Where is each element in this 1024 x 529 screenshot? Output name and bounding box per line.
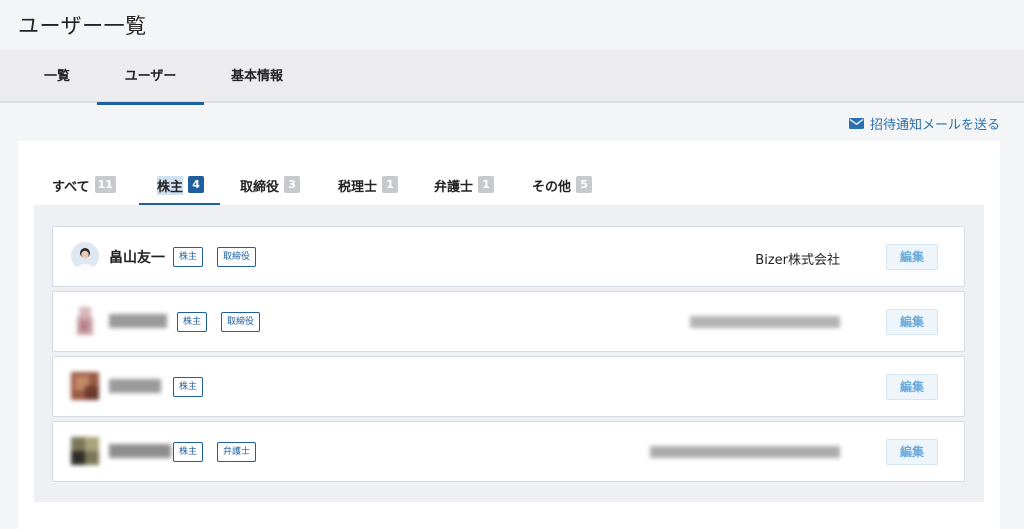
tab-basic-info[interactable]: 基本情報 — [215, 50, 299, 103]
count-badge: 5 — [576, 176, 593, 193]
role-badge: 株主 — [173, 247, 204, 267]
filter-tab-shareholder[interactable]: 株主 4 — [138, 171, 221, 205]
page-header: ユーザー一覧 — [0, 0, 1024, 50]
user-row: 株主 弁護士 編集 — [52, 421, 965, 482]
avatar — [71, 307, 99, 335]
filter-tab-label: その他 — [532, 180, 572, 195]
avatar — [71, 372, 99, 400]
role-badge: 取締役 — [221, 312, 261, 332]
avatar — [71, 437, 99, 465]
send-invite-label: 招待通知メールを送る — [869, 118, 1000, 133]
role-filter-tabs: すべて 11 株主 4 取締役 3 税理士 1 弁護士 1 その他 5 — [18, 171, 1000, 205]
count-badge: 3 — [284, 176, 301, 193]
users-card: すべて 11 株主 4 取締役 3 税理士 1 弁護士 1 その他 5 畠山友一… — [18, 141, 1000, 529]
role-badge: 株主 — [177, 312, 208, 332]
company-name: Bizer株式会社 — [755, 253, 840, 268]
edit-button[interactable]: 編集 — [886, 309, 938, 335]
role-badge: 取締役 — [217, 247, 257, 267]
filter-tab-other[interactable]: その他 5 — [532, 171, 593, 205]
filter-tab-lawyer[interactable]: 弁護士 1 — [434, 171, 495, 205]
count-badge: 4 — [188, 176, 205, 193]
edit-button[interactable]: 編集 — [886, 244, 938, 270]
user-row: 畠山友一 株主 取締役 Bizer株式会社 編集 — [52, 226, 965, 287]
role-badge: 株主 — [173, 442, 204, 462]
user-name-redacted — [109, 314, 167, 328]
count-badge: 1 — [478, 176, 495, 193]
tab-list[interactable]: 一覧 — [32, 50, 82, 103]
filter-tab-label: 弁護士 — [434, 180, 474, 195]
company-name-redacted — [650, 446, 840, 458]
user-row: 株主 編集 — [52, 356, 965, 417]
count-badge: 1 — [382, 176, 399, 193]
company-name-redacted — [690, 316, 840, 328]
user-row: 株主 取締役 編集 — [52, 291, 965, 352]
page-title: ユーザー一覧 — [18, 14, 147, 38]
avatar — [71, 242, 99, 270]
user-name-redacted — [109, 379, 161, 393]
send-invite-link[interactable]: 招待通知メールを送る — [848, 114, 1000, 133]
edit-button[interactable]: 編集 — [886, 374, 938, 400]
role-badge: 株主 — [173, 377, 204, 397]
tab-users[interactable]: ユーザー — [97, 50, 204, 105]
mail-icon — [848, 118, 864, 129]
user-name: 畠山友一 — [109, 250, 165, 266]
count-badge: 11 — [94, 176, 116, 193]
filter-tab-label: 株主 — [157, 176, 184, 195]
role-badge: 弁護士 — [217, 442, 257, 462]
filter-tab-label: 取締役 — [240, 180, 280, 195]
user-name-redacted — [109, 444, 171, 458]
filter-tab-label: すべて — [52, 180, 90, 195]
user-list: 畠山友一 株主 取締役 Bizer株式会社 編集 株主 取締役 編集 株主 編集… — [34, 205, 984, 502]
top-tab-bar: 一覧 ユーザー 基本情報 — [0, 50, 1024, 105]
filter-tab-all[interactable]: すべて 11 — [52, 171, 116, 205]
edit-button[interactable]: 編集 — [886, 439, 938, 465]
filter-tab-tax-accountant[interactable]: 税理士 1 — [338, 171, 399, 205]
filter-tab-director[interactable]: 取締役 3 — [240, 171, 301, 205]
filter-tab-label: 税理士 — [338, 180, 378, 195]
